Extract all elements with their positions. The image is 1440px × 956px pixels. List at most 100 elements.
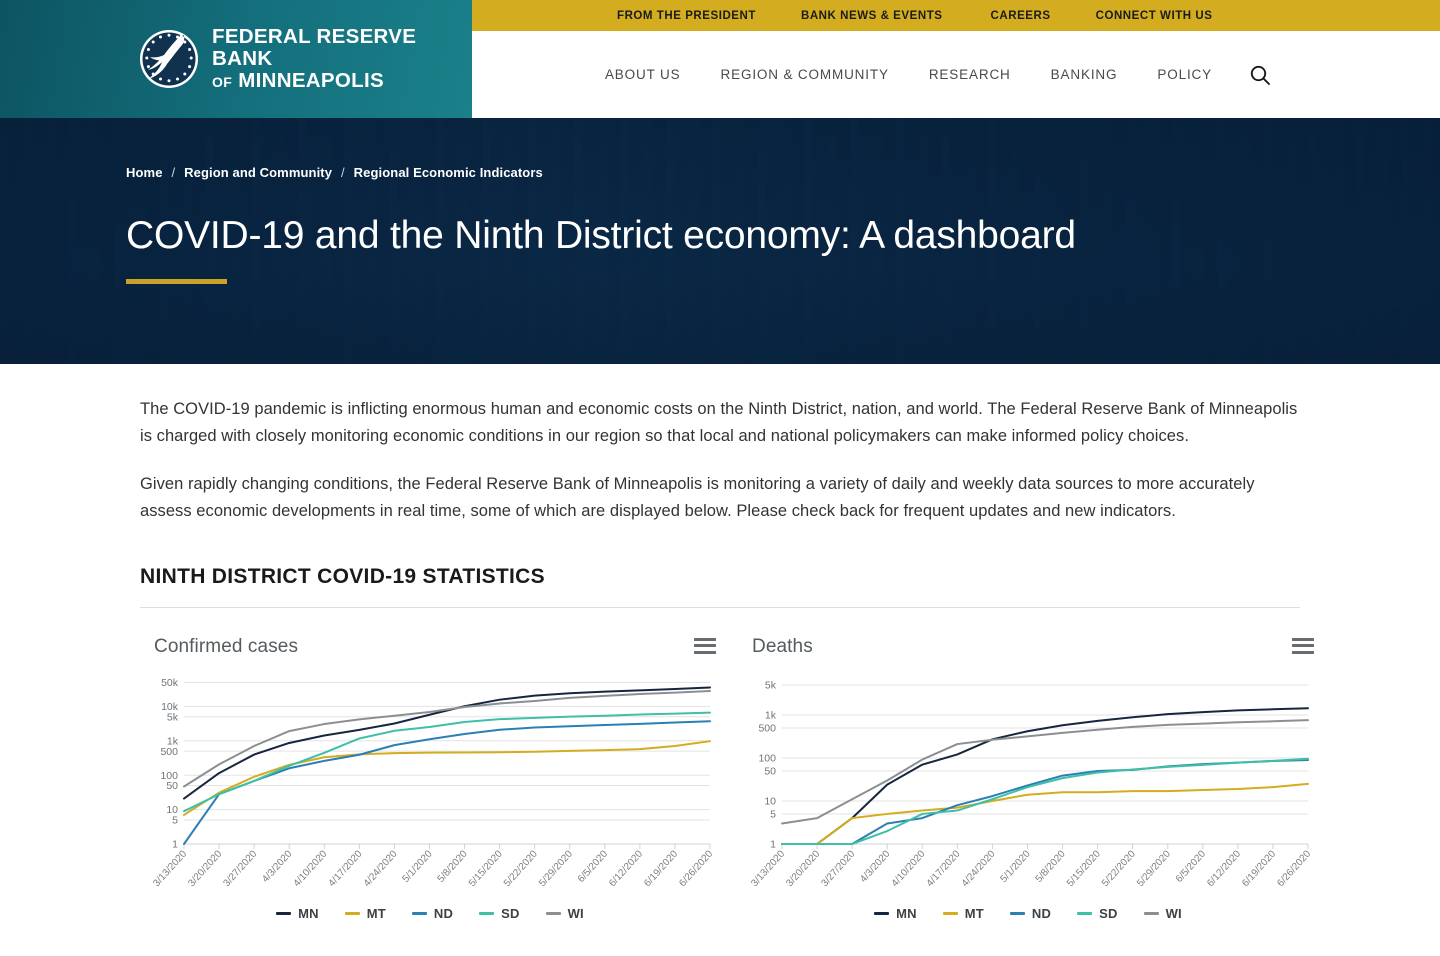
legend-item-sd[interactable]: SD — [1077, 906, 1117, 921]
brand-of: OF — [212, 74, 233, 91]
eagle-seal-logo-icon — [138, 28, 200, 90]
chart-plot-confirmed-cases[interactable]: 1 5 10 50 100 500 1k 5k 10k 50k 3/13/2020 3/20/2020… — [140, 666, 720, 898]
page-title: COVID-19 and the Ninth District economy:… — [126, 214, 1076, 257]
legend-item-mn[interactable]: MN — [874, 906, 917, 921]
hamburger-menu-icon — [694, 637, 716, 641]
legend-label-mt: MT — [366, 905, 386, 921]
title-accent-rule — [126, 278, 227, 284]
chart-deaths: Deaths 1 5 10 50 100 500 1k 5k 3/13/2020 3/20/202… — [738, 636, 1318, 956]
legend-label-nd: ND — [1031, 905, 1052, 921]
svg-text:5: 5 — [172, 814, 178, 826]
chart-legend-confirmed-cases: MN MT ND SD WI — [140, 906, 720, 921]
svg-text:6/12/2020: 6/12/2020 — [607, 848, 645, 889]
legend-swatch-sd — [479, 911, 495, 915]
utility-nav-item-from-the-president[interactable]: FROM THE PRESIDENT — [617, 10, 756, 22]
charts-row: Confirmed cases 1 5 10 50 100 500 1k 5k 10k 50k 3/… — [140, 635, 1314, 956]
nav-item-region-and-community[interactable]: REGION & COMMUNITY — [721, 67, 889, 82]
svg-text:5/22/2020: 5/22/2020 — [502, 848, 540, 889]
chart-menu-button-confirmed-cases[interactable] — [694, 636, 716, 656]
svg-text:5/8/2020: 5/8/2020 — [1034, 848, 1069, 885]
legend-item-mn[interactable]: MN — [276, 906, 319, 921]
legend-label-wi: WI — [1165, 905, 1182, 921]
chart-menu-button-deaths[interactable] — [1292, 636, 1314, 656]
legend-item-wi[interactable]: WI — [1143, 905, 1182, 921]
svg-text:3/20/2020: 3/20/2020 — [186, 848, 224, 889]
search-icon — [1250, 65, 1270, 85]
svg-text:1k: 1k — [765, 709, 777, 721]
legend-swatch-mn — [874, 911, 890, 915]
svg-text:4/17/2020: 4/17/2020 — [327, 848, 365, 889]
logo-block[interactable]: FEDERAL RESERVE BANK OF MINNEAPOLIS — [0, 0, 472, 118]
breadcrumb: Home / Region and Community / Regional E… — [126, 118, 1326, 180]
svg-text:50: 50 — [764, 765, 776, 777]
svg-text:50: 50 — [166, 780, 178, 792]
legend-label-sd: SD — [501, 905, 520, 921]
utility-nav-item-careers[interactable]: CAREERS — [991, 10, 1051, 22]
hamburger-menu-icon — [1292, 650, 1314, 654]
nav-item-banking[interactable]: BANKING — [1051, 67, 1118, 82]
chart-plot-deaths[interactable]: 1 5 10 50 100 500 1k 5k 3/13/2020 3/20/2020 3/27/2… — [738, 666, 1318, 898]
svg-text:4/10/2020: 4/10/2020 — [890, 848, 928, 889]
svg-text:1: 1 — [770, 838, 776, 850]
legend-item-mt[interactable]: MT — [344, 905, 386, 921]
svg-text:4/24/2020: 4/24/2020 — [362, 848, 400, 889]
utility-nav: FROM THE PRESIDENT BANK NEWS & EVENTS CA… — [472, 0, 1440, 31]
legend-swatch-mt — [344, 911, 360, 915]
utility-nav-item-connect-with-us[interactable]: CONNECT WITH US — [1096, 10, 1213, 22]
legend-item-wi[interactable]: WI — [545, 905, 584, 921]
legend-swatch-mn — [276, 911, 292, 915]
svg-text:6/19/2020: 6/19/2020 — [642, 848, 680, 889]
svg-text:100: 100 — [160, 770, 178, 782]
utility-nav-item-bank-news-events[interactable]: BANK NEWS & EVENTS — [801, 10, 943, 22]
svg-text:100: 100 — [758, 752, 776, 764]
svg-text:5/15/2020: 5/15/2020 — [1065, 848, 1103, 889]
legend-swatch-mt — [942, 911, 958, 915]
svg-text:10: 10 — [166, 804, 178, 816]
hero-banner: Home / Region and Community / Regional E… — [0, 118, 1440, 364]
legend-label-mn: MN — [896, 905, 917, 921]
legend-swatch-nd — [1009, 911, 1025, 915]
main-nav: ABOUT US REGION & COMMUNITY RESEARCH BAN… — [472, 31, 1440, 118]
section-divider — [140, 606, 1300, 608]
legend-item-nd[interactable]: ND — [1009, 905, 1052, 921]
svg-text:500: 500 — [758, 722, 776, 734]
legend-item-mt[interactable]: MT — [942, 906, 984, 921]
svg-text:6/5/2020: 6/5/2020 — [1174, 848, 1209, 885]
svg-text:5/15/2020: 5/15/2020 — [467, 848, 505, 889]
nav-item-research[interactable]: RESEARCH — [929, 67, 1011, 82]
legend-label-wi: WI — [567, 905, 584, 921]
breadcrumb-item-home[interactable]: Home — [126, 165, 163, 180]
breadcrumb-item-region-and-community[interactable]: Region and Community — [184, 165, 332, 180]
hamburger-menu-icon — [1292, 637, 1314, 641]
hamburger-menu-icon — [1292, 644, 1314, 648]
breadcrumb-separator: / — [341, 165, 345, 180]
svg-text:3/13/2020: 3/13/2020 — [749, 848, 787, 889]
svg-text:4/3/2020: 4/3/2020 — [260, 848, 295, 885]
legend-label-mn: MN — [298, 905, 319, 921]
breadcrumb-item-regional-economic-indicators[interactable]: Regional Economic Indicators — [354, 165, 543, 180]
svg-text:5: 5 — [770, 808, 776, 820]
intro-paragraph-1: The COVID-19 pandemic is inflicting enor… — [140, 400, 1298, 445]
legend-item-nd[interactable]: ND — [411, 906, 453, 921]
brand-line-2: MINNEAPOLIS — [238, 69, 384, 93]
svg-text:4/24/2020: 4/24/2020 — [960, 848, 998, 889]
search-button[interactable] — [1248, 63, 1272, 87]
svg-text:4/3/2020: 4/3/2020 — [858, 848, 893, 885]
svg-text:5k: 5k — [765, 679, 777, 691]
svg-text:10: 10 — [764, 795, 776, 807]
nav-item-about-us[interactable]: ABOUT US — [605, 67, 681, 82]
brand-line-1: FEDERAL RESERVE BANK — [212, 24, 417, 70]
nav-item-policy[interactable]: POLICY — [1157, 67, 1212, 82]
svg-text:5/1/2020: 5/1/2020 — [400, 848, 435, 885]
legend-item-sd[interactable]: SD — [479, 906, 519, 921]
brand-wordmark: FEDERAL RESERVE BANK OF MINNEAPOLIS — [212, 24, 472, 93]
legend-swatch-nd — [411, 911, 427, 915]
chart-title-confirmed-cases: Confirmed cases — [154, 635, 299, 657]
svg-text:3/13/2020: 3/13/2020 — [151, 848, 189, 889]
svg-text:6/12/2020: 6/12/2020 — [1205, 848, 1243, 889]
svg-text:5/22/2020: 5/22/2020 — [1100, 848, 1138, 889]
svg-text:1k: 1k — [167, 735, 179, 747]
svg-text:5k: 5k — [167, 711, 179, 723]
svg-text:3/27/2020: 3/27/2020 — [221, 848, 259, 889]
main-content: The COVID-19 pandemic is inflicting enor… — [0, 364, 1440, 956]
